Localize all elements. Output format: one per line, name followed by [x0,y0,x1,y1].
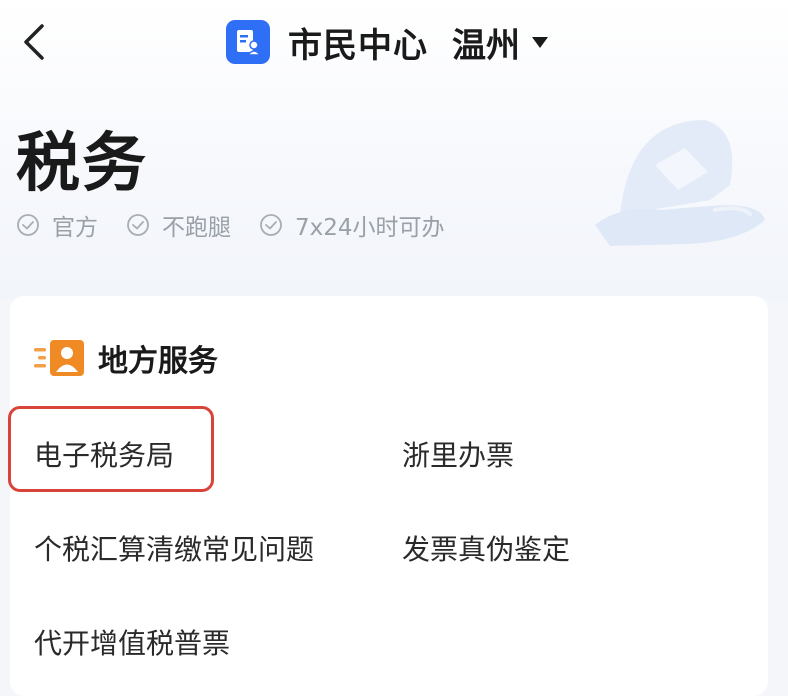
chevron-left-icon [24,24,44,60]
section-title: 地方服务 [98,344,218,379]
hand-document-illustration [595,120,765,246]
tag-label: 不跑腿 [162,215,231,241]
title-bar: 市民中心 温州 [226,18,548,66]
service-zheli-invoice[interactable]: 浙里办票 [402,434,514,474]
app-title: 市民中心 [288,25,428,66]
tag-official: 官方 [16,208,98,242]
back-button[interactable] [14,20,54,64]
highlight-annotation-box [8,406,214,492]
feature-tags: 官方 不跑腿 7x24小时可办 [16,208,473,242]
service-vat-invoice-issue[interactable]: 代开增值税普票 [34,622,230,662]
check-circle-icon [17,214,39,236]
tag-label: 官方 [52,215,98,241]
check-circle-icon [127,214,149,236]
caret-down-icon[interactable] [532,36,548,48]
service-tax-settlement-faq[interactable]: 个税汇算清缴常见问题 [34,528,314,568]
city-selector[interactable]: 温州 [452,18,520,67]
tag-label: 7x24小时可办 [295,215,445,241]
page-title: 税务 [16,127,148,201]
service-invoice-verification[interactable]: 发票真伪鉴定 [402,528,570,568]
tag-24-7: 7x24小时可办 [259,208,445,242]
id-card-icon [34,338,86,378]
citizen-center-icon [226,20,270,64]
section-header: 地方服务 [34,336,218,380]
tag-no-visit: 不跑腿 [126,208,231,242]
check-circle-icon [260,214,282,236]
